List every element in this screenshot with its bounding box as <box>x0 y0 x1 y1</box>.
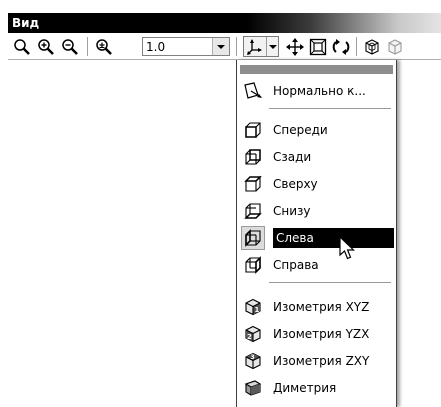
menu-item-right[interactable]: Справа <box>240 253 394 277</box>
rotate-icon[interactable] <box>331 37 351 57</box>
toolbar-separator <box>356 37 357 56</box>
menu-item-label: Спереди <box>273 123 328 137</box>
window-title: Вид <box>12 16 40 30</box>
menu-item-front[interactable]: Спереди <box>240 118 394 142</box>
view-left-icon <box>241 226 265 250</box>
toolbar-separator <box>87 37 88 56</box>
menu-item-isometric-xyz[interactable]: 1 Изометрия XYZ <box>240 295 394 319</box>
pan-icon[interactable] <box>285 37 305 57</box>
isometric-xyz-icon: 1 <box>242 296 264 318</box>
zoom-all-icon[interactable] <box>308 37 328 57</box>
menu-item-normal-to[interactable]: Нормально к... <box>240 79 394 103</box>
menu-drag-handle[interactable] <box>240 65 393 74</box>
isometric-yzx-icon: 2 <box>242 323 264 345</box>
isometric-zxy-icon: 3 <box>242 350 264 372</box>
chevron-down-icon <box>268 44 277 49</box>
normal-to-icon <box>242 80 264 102</box>
menu-item-left-highlight[interactable]: Слева <box>267 226 394 250</box>
view-right-icon <box>242 254 264 276</box>
orientation-dropdown-menu: Нормально к... Спереди Сзади Сверху Сниз… <box>236 60 397 407</box>
menu-separator <box>269 282 391 283</box>
mouse-pointer-icon <box>339 235 357 265</box>
view-front-icon <box>242 119 264 141</box>
view-top-icon <box>242 173 264 195</box>
magnifier-icon[interactable] <box>12 37 32 57</box>
menu-item-isometric-yzx[interactable]: 2 Изометрия YZX <box>240 322 394 346</box>
dimetric-icon <box>242 377 264 399</box>
menu-item-label: Диметрия <box>273 381 337 395</box>
menu-item-label: Слева <box>273 228 394 248</box>
menu-item-bottom[interactable]: Снизу <box>240 199 394 223</box>
render-mode-icon[interactable] <box>362 37 382 57</box>
window-title-bar[interactable]: Вид <box>8 13 441 33</box>
zoom-scale-input[interactable] <box>143 38 210 55</box>
zoom-scale-combo[interactable] <box>142 37 230 56</box>
svg-text:2: 2 <box>247 333 252 341</box>
orientation-icon[interactable] <box>244 37 267 56</box>
zoom-in-icon[interactable] <box>36 37 56 57</box>
chevron-down-icon <box>217 44 225 49</box>
svg-text:1: 1 <box>255 306 260 314</box>
menu-item-label: Изометрия YZX <box>273 327 370 341</box>
toolbar-separator <box>236 37 237 56</box>
menu-item-label: Нормально к... <box>273 84 366 98</box>
zoom-scale-icon[interactable] <box>94 37 114 57</box>
menu-item-back[interactable]: Сзади <box>240 145 394 169</box>
menu-item-label: Справа <box>273 258 319 272</box>
view-bottom-icon <box>242 200 264 222</box>
view-toolbar <box>8 33 441 60</box>
menu-item-label: Снизу <box>273 204 311 218</box>
menu-item-dimetric[interactable]: Диметрия <box>240 376 394 400</box>
orientation-dropdown-arrow[interactable] <box>267 37 278 56</box>
menu-item-label: Сзади <box>273 150 312 164</box>
zoom-out-icon[interactable] <box>60 37 80 57</box>
view-back-icon <box>242 146 264 168</box>
menu-separator <box>269 108 391 109</box>
render-mode-icon[interactable] <box>385 37 405 57</box>
menu-item-label: Изометрия ZXY <box>273 354 370 368</box>
zoom-scale-dropdown-button[interactable] <box>212 38 229 55</box>
menu-item-label: Изометрия XYZ <box>273 300 370 314</box>
menu-item-isometric-zxy[interactable]: 3 Изометрия ZXY <box>240 349 394 373</box>
menu-item-top[interactable]: Сверху <box>240 172 394 196</box>
svg-text:3: 3 <box>251 354 255 361</box>
orientation-split-button[interactable] <box>243 36 279 57</box>
menu-item-label: Сверху <box>273 177 318 191</box>
